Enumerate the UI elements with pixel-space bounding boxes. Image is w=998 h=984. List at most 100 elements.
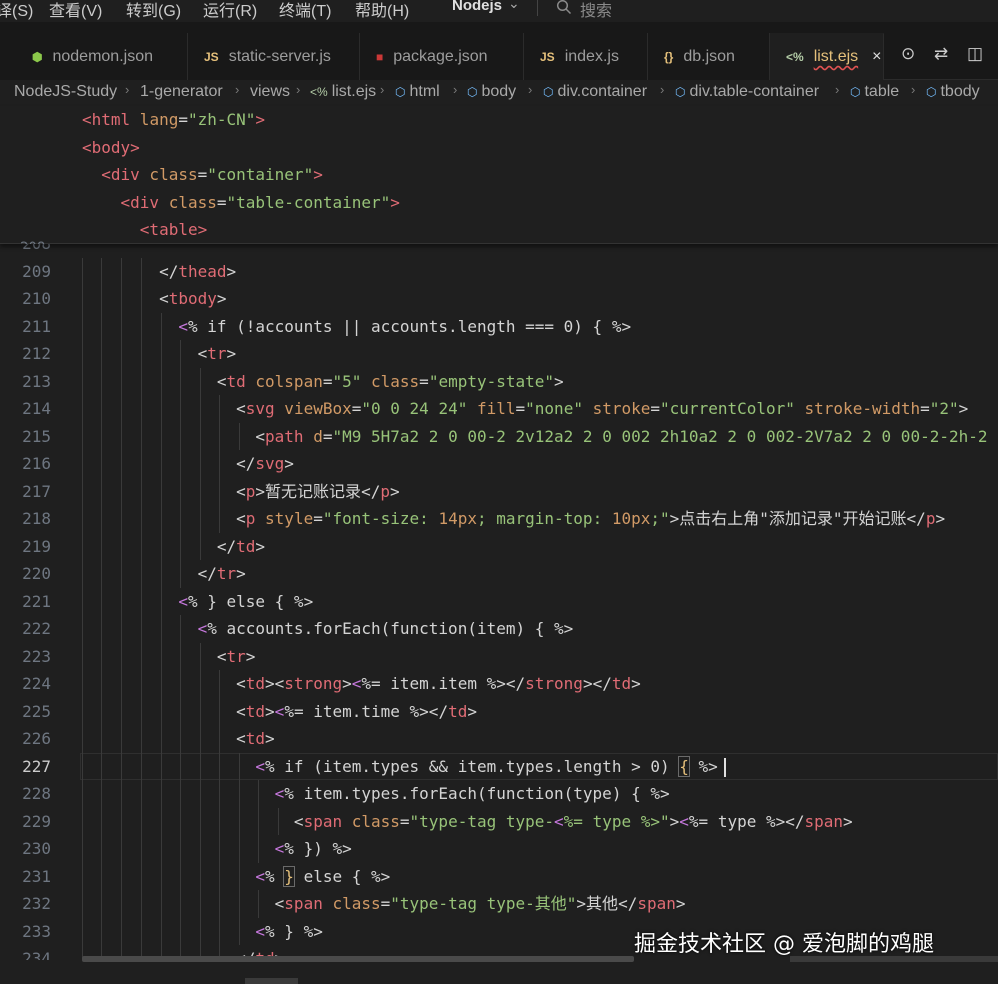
code-text[interactable]: <tbody> [82,285,226,313]
code-token: = [178,110,188,129]
code-line[interactable]: 223 <tr> [0,642,998,671]
code-line[interactable]: 209 </thead> [0,257,998,286]
code-line[interactable]: 222 <% accounts.forEach(function(item) {… [0,615,998,643]
tab-db-json[interactable]: {} db.json [648,33,770,80]
code-line[interactable]: 208 [0,244,998,258]
code-line[interactable]: 228 <% item.types.forEach(function(type)… [0,780,998,808]
code-text[interactable]: <span class="type-tag type-其他">其他</span> [82,890,686,918]
code-text[interactable]: <p style="font-size: 14px; margin-top: 1… [82,505,945,533]
breadcrumb-item[interactable]: <% list.ejs [310,83,376,101]
tab-index-js[interactable]: JS index.js [524,33,648,80]
menu-item-help[interactable]: 帮助(H) [355,0,409,21]
code-text[interactable]: <path d="M9 5H7a2 2 0 00-2 2v12a2 2 0 00… [82,423,987,451]
tab-package-json[interactable]: ■ package.json [360,33,524,80]
code-text[interactable]: </thead> [82,258,236,286]
code-text[interactable]: <% accounts.forEach(function(item) { %> [82,615,574,643]
code-text[interactable]: <% item.types.forEach(function(type) { %… [82,780,670,808]
code-line[interactable]: 210 <tbody> [0,285,998,313]
breadcrumb-item[interactable]: views [250,83,290,101]
search-icon[interactable] [556,0,572,20]
menu-item-go[interactable]: 转到(G) [126,0,181,21]
search-input[interactable]: 搜索 [580,0,612,21]
code-line[interactable]: 217 <p>暂无记账记录</p> [0,477,998,506]
code-text[interactable]: <td colspan="5" class="empty-state"> [82,368,564,396]
code-line[interactable]: 216 </svg> [0,450,998,478]
menu-item-terminal[interactable]: 终端(T) [279,0,331,21]
code-text[interactable]: <p>暂无记账记录</p> [82,478,399,506]
text-cursor [724,757,726,777]
element-icon: ⬡ [467,85,478,99]
code-line[interactable]: 225 <td><%= item.time %></td> [0,697,998,726]
code-line[interactable]: 218 <p style="font-size: 14px; margin-to… [0,505,998,533]
code-text[interactable]: <td><%= item.time %></td> [82,698,477,726]
tab-nodemon-json[interactable]: ⬢ nodemon.json [0,33,188,80]
code-line[interactable]: 220 </tr> [0,560,998,588]
code-token: = [313,509,323,528]
tab-static-server-js[interactable]: JS static-server.js [188,33,360,80]
split-editor-icon[interactable]: ◫ [967,44,983,64]
code-token: < [274,894,285,913]
code-text[interactable]: <span class="type-tag type-<%= type %>">… [82,808,853,836]
breadcrumb-item[interactable]: 1-generator [140,83,223,101]
sticky-scroll-header[interactable]: <html lang="zh-CN"> <body> <div class="co… [0,106,998,244]
breadcrumb-item[interactable]: ⬡ div.table-container [675,83,819,101]
code-token: < [351,674,362,693]
breadcrumb-item[interactable]: ⬡ html [395,83,440,101]
code-text[interactable]: <% } %> [82,918,322,946]
code-line[interactable]: 219 </td> [0,532,998,561]
code-text[interactable]: <td><strong><%= item.item %></strong></t… [82,670,641,698]
code-token: "font-size: [322,509,439,528]
breadcrumb-item[interactable]: ⬡ tbody [926,83,980,101]
compare-icon[interactable]: ⇄ [934,44,948,64]
code-text[interactable]: </svg> [82,450,294,478]
breadcrumb-item[interactable]: NodeJS-Study [14,83,117,101]
breadcrumb-item[interactable]: ⬡ table [850,83,899,101]
sticky-line[interactable]: <html lang="zh-CN"> [82,106,265,133]
chevron-down-icon[interactable]: ⌄ [508,0,520,12]
sticky-line[interactable]: <div class="table-container"> [82,189,400,216]
sticky-line[interactable]: <div class="container"> [82,161,323,188]
sticky-line[interactable]: <body> [82,134,140,161]
code-text[interactable]: </tr> [82,560,246,588]
code-line[interactable]: 214 <svg viewBox="0 0 24 24" fill="none"… [0,395,998,423]
code-text[interactable]: <tr> [82,340,237,368]
code-text[interactable]: <% }) %> [82,835,352,863]
code-token: p [245,509,256,528]
code-text[interactable]: </td> [82,533,265,561]
tab-list-ejs[interactable]: <% list.ejs × [770,33,884,80]
menu-item-view[interactable]: 查看(V) [49,0,102,21]
code-line[interactable]: 226 <td> [0,725,998,753]
window-title[interactable]: Nodejs [452,0,502,14]
code-line[interactable]: 215 <path d="M9 5H7a2 2 0 00-2 2v12a2 2 … [0,422,998,451]
code-text[interactable]: <tr> [82,643,256,671]
code-line[interactable]: 229 <span class="type-tag type-<%= type … [0,807,998,836]
close-icon[interactable]: × [872,48,881,66]
code-line[interactable]: 221 <% } else { %> [0,587,998,616]
sticky-line[interactable]: <table> [82,216,207,243]
open-changes-icon[interactable]: ⊙ [901,44,915,64]
code-line[interactable]: 227 <% if (item.types && item.types.leng… [0,752,998,781]
horizontal-scrollbar-thumb[interactable] [82,956,634,962]
code-text[interactable]: <% } else { %> [82,863,390,891]
code-token: = [197,165,208,184]
code-line[interactable]: 231 <% } else { %> [0,862,998,891]
code-text[interactable]: <td> [82,725,275,753]
code-line[interactable]: 232 <span class="type-tag type-其他">其他</s… [0,890,998,918]
code-token: { [678,755,690,777]
code-text[interactable]: <% if (item.types && item.types.length >… [82,753,718,781]
code-text[interactable]: <% if (!accounts || accounts.length === … [82,313,631,341]
code-line[interactable]: 212 <tr> [0,340,998,368]
breadcrumb-item[interactable]: ⬡ body [467,83,516,101]
menu-item-select[interactable]: 译(S) [0,0,33,21]
code-token: < [236,481,246,501]
code-line[interactable]: 213 <td colspan="5" class="empty-state"> [0,367,998,396]
menu-item-run[interactable]: 运行(R) [203,0,257,21]
code-line[interactable]: 211 <% if (!accounts || accounts.length … [0,312,998,341]
code-line[interactable]: 224 <td><strong><%= item.item %></strong… [0,670,998,698]
code-text[interactable]: <% } else { %> [82,588,313,616]
code-line[interactable]: 230 <% }) %> [0,835,998,863]
code-editor[interactable]: 208209 </thead>210 <tbody>211 <% if (!ac… [0,244,998,960]
code-text[interactable]: <svg viewBox="0 0 24 24" fill="none" str… [82,395,968,423]
breadcrumb-item[interactable]: ⬡ div.container [543,83,647,101]
